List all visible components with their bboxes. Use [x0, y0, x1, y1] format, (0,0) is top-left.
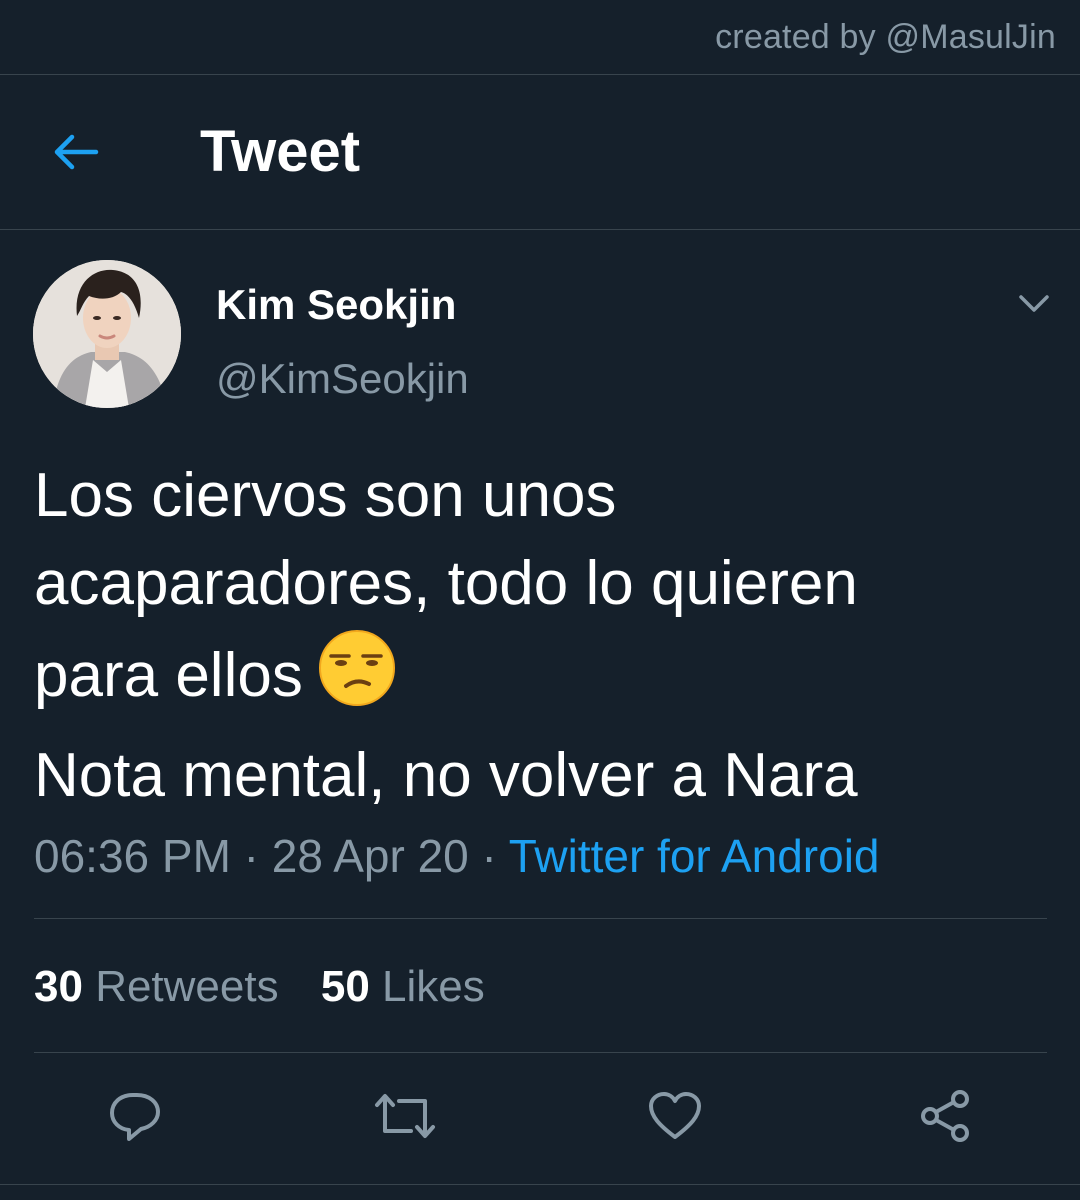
page-title: Tweet [200, 119, 361, 184]
header-bar: Tweet [0, 76, 1080, 229]
tweet-text-line: acaparadores, todo lo quieren [34, 549, 858, 618]
retweets-label: Retweets [95, 962, 279, 1011]
tweet-actions [0, 1082, 1080, 1150]
like-icon [649, 1092, 701, 1139]
tweet-menu-button[interactable] [1012, 284, 1056, 324]
top-divider [0, 74, 1080, 75]
meta-separator: · [468, 830, 509, 882]
retweet-icon [375, 1094, 435, 1138]
reply-icon [110, 1093, 160, 1141]
meta-divider [34, 918, 1047, 919]
back-button[interactable] [44, 120, 108, 184]
chevron-down-icon [1019, 295, 1049, 312]
avatar-image [33, 260, 181, 408]
bottom-divider [0, 1184, 1080, 1185]
tweet-time: 06:36 PM [34, 830, 231, 882]
tweet-stats: 30 Retweets 50 Likes [34, 960, 515, 1014]
share-button[interactable] [911, 1082, 979, 1150]
reply-button[interactable] [101, 1082, 169, 1150]
watermark: created by @MasulJin [715, 18, 1056, 56]
like-button[interactable] [641, 1082, 709, 1150]
retweets-count: 30 [34, 962, 83, 1011]
author-handle[interactable]: @KimSeokjin [216, 354, 469, 404]
arrow-left-icon [54, 134, 99, 170]
meta-separator: · [230, 830, 272, 882]
share-icon [921, 1090, 969, 1142]
tweet-source-link[interactable]: Twitter for Android [509, 830, 880, 882]
tweet-text-segment: para ellos [34, 641, 303, 710]
tweet-text: Los ciervos son unos acaparadores, todo … [34, 452, 1044, 820]
tweet-text-line: Nota mental, no volver a Nara [34, 741, 858, 810]
header-divider [0, 229, 1080, 230]
retweets-stat[interactable]: 30 Retweets [34, 960, 279, 1014]
unamused-face-emoji-icon [317, 628, 397, 732]
tweet-meta: 06:36 PM · 28 Apr 20 · Twitter for Andro… [34, 828, 880, 884]
author-name[interactable]: Kim Seokjin [216, 280, 456, 330]
likes-stat[interactable]: 50 Likes [321, 960, 485, 1014]
stats-divider [34, 1052, 1047, 1053]
tweet-text-line-with-emoji: para ellos [34, 628, 1044, 732]
tweet-date: 28 Apr 20 [271, 830, 469, 882]
likes-label: Likes [382, 962, 485, 1011]
likes-count: 50 [320, 962, 370, 1011]
retweet-button[interactable] [371, 1082, 439, 1150]
tweet-text-line: Los ciervos son unos [34, 461, 617, 530]
avatar[interactable] [33, 260, 181, 408]
